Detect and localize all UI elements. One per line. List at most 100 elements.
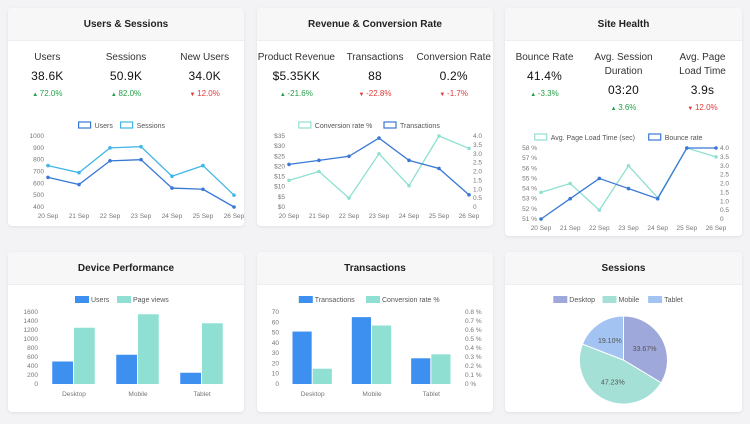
y-right-tick-label: 4.0 — [473, 133, 482, 140]
legend-swatch — [366, 296, 380, 303]
triangle-down-icon: ▼ — [439, 92, 448, 98]
x-tick-label: 25 Sep — [193, 213, 214, 220]
card-title: Users & Sessions — [8, 8, 244, 41]
y-tick-label: 800 — [33, 157, 44, 164]
card-title: Sessions — [505, 252, 742, 285]
y-right-tick-label: 0.5 — [473, 195, 482, 202]
legend-label: Tablet — [664, 297, 683, 304]
card-title: Device Performance — [8, 252, 244, 285]
x-tick-label: 20 Sep — [279, 213, 300, 220]
metric-delta: ▲ 72.0% — [8, 89, 87, 98]
y-right-tick-label: 0.6 % — [465, 327, 482, 334]
data-point — [287, 162, 291, 167]
y-tick-label: 40 — [272, 340, 280, 347]
legend-item-tablet: Tablet — [648, 296, 683, 304]
metric-sessions: Sessions 50.9K ▲ 82.0% — [87, 51, 166, 98]
card-title: Site Health — [505, 8, 742, 41]
legend-swatch — [648, 296, 663, 303]
y-tick-label: $0 — [278, 204, 286, 211]
transactions-card: Transactions Transactions Conversion rate… — [257, 252, 493, 412]
x-tick-label: 26 Sep — [224, 213, 244, 220]
metric-value: 41.4% — [526, 69, 563, 83]
data-point — [46, 175, 50, 180]
metric-label: Product Revenue — [257, 52, 335, 63]
metric-value: 88 — [368, 69, 382, 83]
legend-swatch — [298, 121, 312, 129]
x-tick-label: 21 Sep — [69, 213, 90, 220]
x-tick-label: 22 Sep — [339, 213, 360, 220]
bar-transactions — [292, 331, 312, 384]
site-health-card: Site Health Bounce Rate 41.4% ▲ -3.3% Avg. … — [505, 8, 742, 236]
metric-bounce-rate: Bounce Rate 41.4% ▲ -3.3% — [505, 51, 584, 112]
y-tick-label: 20 — [272, 360, 280, 367]
y-tick-label: 1600 — [24, 309, 39, 316]
metric-delta-value: 3.6% — [618, 103, 637, 112]
series-line-bounce-rate — [540, 147, 716, 220]
bar-users — [52, 361, 73, 384]
bar-users — [180, 372, 201, 384]
legend-swatch — [75, 296, 89, 303]
legend-item-transactions: Transactions — [383, 121, 440, 130]
y-right-tick-label: 1.5 — [473, 177, 482, 184]
card-title: Revenue & Conversion Rate — [257, 8, 493, 41]
metrics-row: Bounce Rate 41.4% ▲ -3.3% Avg. Session Dura… — [505, 41, 742, 112]
data-point — [287, 178, 291, 183]
x-tick-label: 21 Sep — [560, 225, 581, 232]
x-tick-label: 25 Sep — [677, 225, 698, 232]
x-tick-label: 24 Sep — [647, 225, 668, 232]
triangle-down-icon: ▼ — [358, 92, 367, 98]
x-tick-label: 26 Sep — [706, 225, 727, 232]
metric-transactions: Transactions 88 ▼ -22.8% — [336, 51, 415, 98]
data-point — [568, 196, 572, 201]
y-right-tick-label: 1.0 — [473, 186, 482, 193]
y-right-tick-label: 0 — [720, 216, 724, 223]
pie-slice-label: 33.67% — [633, 346, 657, 353]
data-point — [201, 187, 205, 192]
y-tick-label: 1200 — [24, 327, 39, 334]
data-point — [170, 174, 174, 179]
legend-label: Desktop — [569, 297, 595, 304]
y-right-tick-label: 3.0 — [720, 163, 729, 170]
legend-label: Conversion rate % — [315, 123, 373, 130]
x-tick-label: 26 Sep — [459, 213, 480, 220]
data-point — [46, 163, 50, 168]
y-right-tick-label: 3.0 — [473, 151, 482, 158]
data-point — [467, 193, 471, 197]
x-tick-label: 25 Sep — [429, 213, 450, 220]
y-tick-label: 1000 — [24, 336, 39, 343]
metric-value: 3.9s — [690, 83, 715, 97]
transactions-chart: Transactions Conversion rate % 0 10 20 30 40 50… — [272, 296, 482, 398]
data-point — [437, 166, 441, 171]
legend-swatch — [119, 121, 134, 129]
y-tick-label: 600 — [27, 354, 38, 361]
metric-users: Users 38.6K ▲ 72.0% — [8, 51, 87, 98]
metric-value: 38.6K — [31, 69, 64, 83]
y-right-tick-label: 0 % — [465, 381, 476, 388]
series-line-conversion-rate- — [288, 135, 470, 200]
y-tick-label: 70 — [272, 309, 280, 316]
bar-page-views — [74, 327, 95, 384]
bar-conversion-rate- — [431, 354, 451, 384]
data-point — [539, 217, 543, 221]
legend-label: Users — [95, 123, 114, 130]
x-tick-label: 23 Sep — [618, 225, 639, 232]
x-tick-label: 22 Sep — [589, 225, 610, 232]
metric-product-revenue: Product Revenue $5.35KK ▲ -21.6% — [257, 51, 336, 98]
legend-label: Bounce rate — [665, 135, 703, 142]
metric-conversion-rate: Conversion Rate 0.2% ▼ -1.7% — [414, 51, 493, 98]
x-tick-label: 22 Sep — [100, 213, 121, 220]
x-tick-label: Tablet — [423, 391, 441, 398]
metric-delta-value: 72.0% — [39, 89, 63, 98]
bar-conversion-rate- — [372, 325, 392, 384]
data-point — [232, 193, 236, 197]
y-tick-label: 60 — [272, 319, 280, 326]
data-point — [407, 183, 411, 188]
legend-item-conversion-rate-: Conversion rate % — [366, 296, 440, 304]
legend-item-users: Users — [77, 121, 114, 130]
y-right-tick-label: 3.5 — [473, 142, 482, 149]
y-right-tick-label: 0.4 % — [465, 345, 482, 352]
metric-avg-page-load-time: Avg. Page Load Time 3.9s ▼ 12.0% — [663, 51, 742, 112]
data-point — [626, 163, 631, 168]
card-title: Transactions — [257, 252, 493, 285]
y-right-tick-label: 0.1 % — [465, 372, 482, 379]
